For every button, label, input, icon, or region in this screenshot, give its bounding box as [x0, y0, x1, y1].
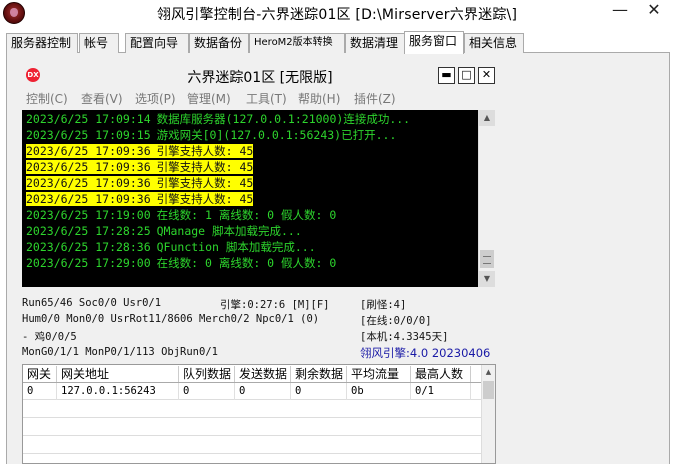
log-message: QManage 脚本加载完成... — [156, 224, 302, 238]
engine-version: 翎风引擎:4.0 20230406 — [360, 346, 491, 360]
log-line: 2023/6/25 17:29:00 在线数: 0 离线数: 0 假人数: 0 — [26, 256, 336, 271]
log-timestamp: 2023/6/25 17:09:36 — [26, 144, 157, 158]
cell-send: 0 — [235, 383, 291, 400]
status-run: Run65/46 Soc0/0 Usr0/1 — [22, 297, 162, 309]
log-timestamp: 2023/6/25 17:28:25 — [26, 224, 151, 238]
log-message: QFunction 脚本加载完成... — [156, 240, 316, 254]
menu-control[interactable]: 控制(C) — [26, 90, 68, 107]
server-close-button[interactable]: ✕ — [478, 67, 495, 84]
log-message: 引擎支持人数: 45 — [156, 192, 254, 206]
server-menubar: 控制(C) 查看(V) 选项(P) 管理(M) 工具(T) 帮助(H) 插件(Z… — [20, 90, 500, 110]
cell-remaining: 0 — [291, 383, 347, 400]
table-row-empty — [23, 437, 483, 454]
col-avg-traffic[interactable]: 平均流量 — [347, 366, 411, 382]
status-engine-uptime: 引擎:0:27:6 [M][F] — [220, 299, 330, 311]
server-window-title: 六界迷踪01区 [无限版] — [187, 70, 333, 86]
scroll-down-icon[interactable]: ▼ — [479, 271, 495, 287]
log-line: 2023/6/25 17:19:00 在线数: 1 离线数: 0 假人数: 0 — [26, 208, 336, 223]
minimize-button[interactable]: — — [606, 0, 634, 22]
close-button[interactable]: ✕ — [640, 0, 668, 22]
table-scrollbar[interactable]: ▲ — [481, 365, 495, 463]
status-mon: MonG0/1/1 MonP0/1/113 ObjRun0/1 — [22, 346, 218, 358]
cell-queue: 0 — [179, 383, 235, 400]
menu-tools[interactable]: 工具(T) — [246, 90, 287, 107]
menu-help[interactable]: 帮助(H) — [298, 90, 340, 107]
scroll-up-icon[interactable]: ▲ — [479, 110, 495, 126]
server-window-titlebar: DX 六界迷踪01区 [无限版] ▬ □ ✕ — [20, 60, 500, 88]
status-spawn: [刷怪:4] — [360, 299, 407, 311]
log-message: 引擎支持人数: 45 — [156, 176, 254, 190]
table-row-empty — [23, 419, 483, 436]
status-hum: Hum0/0 Mon0/0 UsrRot11/8606 Merch0/2 Npc… — [22, 313, 320, 325]
log-line: 2023/6/25 17:28:36 QFunction 脚本加载完成... — [26, 240, 316, 255]
log-line: 2023/6/25 17:09:36 引擎支持人数: 45 — [26, 176, 254, 191]
log-console[interactable]: 2023/6/25 17:09:14 数据库服务器(127.0.0.1:21000… — [22, 110, 478, 287]
log-line: 2023/6/25 17:09:14 数据库服务器(127.0.0.1:21000… — [26, 112, 410, 127]
menu-options[interactable]: 选项(P) — [135, 90, 176, 107]
log-message: 游戏网关[0](127.0.0.1:56243)已打开... — [156, 128, 397, 142]
log-message: 引擎支持人数: 45 — [156, 144, 254, 158]
tab-backup[interactable]: 数据备份 — [189, 33, 249, 53]
col-gateway[interactable]: 网关 — [23, 366, 57, 382]
window-title: 翎风引擎控制台-六界迷踪01区 [D:\Mirserver六界迷踪\] — [156, 7, 518, 23]
menu-plugins[interactable]: 插件(Z) — [354, 90, 396, 107]
scroll-thumb[interactable] — [480, 250, 494, 268]
log-timestamp: 2023/6/25 17:09:36 — [26, 176, 157, 190]
tab-service-window[interactable]: 服务窗口 — [404, 31, 464, 54]
col-remaining-data[interactable]: 剩余数据 — [291, 366, 347, 382]
log-timestamp: 2023/6/25 17:09:15 — [26, 128, 151, 142]
log-message: 在线数: 1 离线数: 0 假人数: 0 — [156, 208, 337, 222]
log-timestamp: 2023/6/25 17:09:36 — [26, 160, 157, 174]
log-message: 在线数: 0 离线数: 0 假人数: 0 — [156, 256, 337, 270]
cell-avg-traffic: 0b — [347, 383, 411, 400]
gateway-table: 网关 网关地址 队列数据 发送数据 剩余数据 平均流量 最高人数 0 127.0… — [22, 364, 496, 464]
status-chicken: - 鸡0/0/5 — [22, 331, 77, 343]
col-send-data[interactable]: 发送数据 — [235, 366, 291, 382]
col-max-players[interactable]: 最高人数 — [411, 366, 471, 382]
log-timestamp: 2023/6/25 17:28:36 — [26, 240, 151, 254]
menu-manage[interactable]: 管理(M) — [187, 90, 231, 107]
log-line: 2023/6/25 17:09:15 游戏网关[0](127.0.0.1:5624… — [26, 128, 396, 143]
menu-view[interactable]: 查看(V) — [81, 90, 123, 107]
cell-gateway: 0 — [23, 383, 57, 400]
server-minimize-button[interactable]: ▬ — [438, 67, 455, 84]
scroll-up-icon[interactable]: ▲ — [482, 365, 495, 379]
tab-account[interactable]: 帐号 — [79, 33, 119, 53]
status-online: [在线:0/0/0] — [360, 315, 432, 327]
cell-address: 127.0.0.1:56243 — [57, 383, 179, 400]
table-row-empty — [23, 401, 483, 418]
table-row[interactable]: 0 127.0.0.1:56243 0 0 0 0b 0/1 — [23, 383, 483, 400]
col-queue-data[interactable]: 队列数据 — [179, 366, 235, 382]
gateway-table-header: 网关 网关地址 队列数据 发送数据 剩余数据 平均流量 最高人数 — [23, 365, 483, 383]
log-message: 数据库服务器(127.0.0.1:21000)连接成功... — [156, 112, 411, 126]
col-gateway-address[interactable]: 网关地址 — [57, 366, 179, 382]
log-timestamp: 2023/6/25 17:19:00 — [26, 208, 151, 222]
tab-herom2-convert[interactable]: HeroM2版本转换 — [249, 33, 345, 53]
status-local: [本机:4.3345天] — [360, 331, 449, 343]
log-timestamp: 2023/6/25 17:29:00 — [26, 256, 151, 270]
log-line: 2023/6/25 17:09:36 引擎支持人数: 45 — [26, 160, 254, 175]
cell-max-players: 0/1 — [411, 383, 471, 400]
tab-data-clean[interactable]: 数据清理 — [345, 33, 405, 53]
tab-config-wizard[interactable]: 配置向导 — [125, 33, 189, 53]
server-restore-button[interactable]: □ — [458, 67, 475, 84]
log-timestamp: 2023/6/25 17:09:14 — [26, 112, 151, 126]
scroll-thumb[interactable] — [483, 381, 494, 399]
log-scrollbar[interactable]: ▲ ▼ — [478, 110, 495, 287]
tab-related-info[interactable]: 相关信息 — [464, 33, 524, 53]
log-timestamp: 2023/6/25 17:09:36 — [26, 192, 157, 206]
log-message: 引擎支持人数: 45 — [156, 160, 254, 174]
log-line: 2023/6/25 17:09:36 引擎支持人数: 45 — [26, 192, 254, 207]
log-line: 2023/6/25 17:28:25 QManage 脚本加载完成... — [26, 224, 302, 239]
window-titlebar: 翎风引擎控制台-六界迷踪01区 [D:\Mirserver六界迷踪\] — ✕ — [0, 0, 674, 30]
tab-server-control[interactable]: 服务器控制 — [6, 33, 78, 53]
log-line: 2023/6/25 17:09:36 引擎支持人数: 45 — [26, 144, 254, 159]
